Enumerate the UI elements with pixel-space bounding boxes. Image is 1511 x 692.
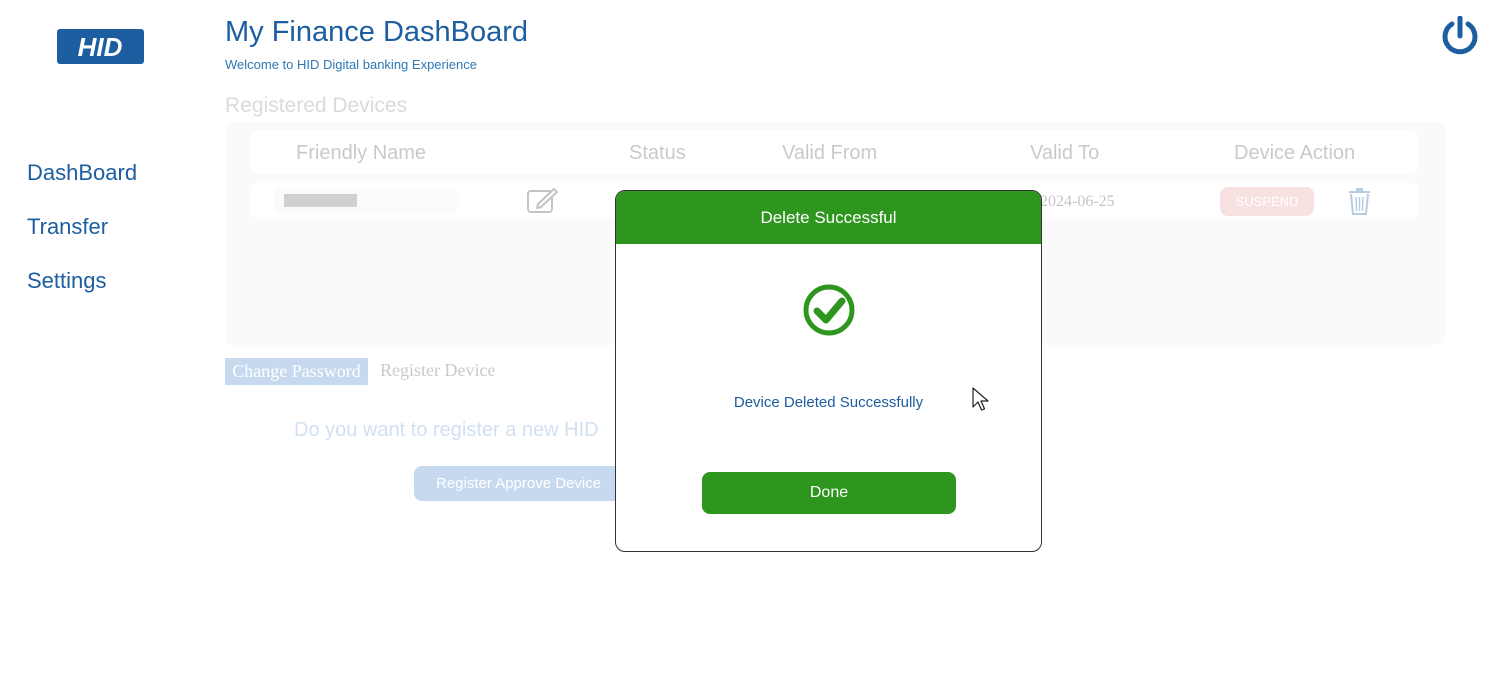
page-title: My Finance DashBoard xyxy=(225,16,529,48)
power-icon[interactable] xyxy=(1440,16,1480,56)
sidebar-item-transfer[interactable]: Transfer xyxy=(27,212,137,266)
register-question: Do you want to register a new HID xyxy=(294,419,599,441)
check-circle-icon xyxy=(803,284,855,336)
section-title: Registered Devices xyxy=(225,94,408,117)
tab-change-password[interactable]: Change Password xyxy=(225,358,368,385)
redacted-name xyxy=(284,194,357,207)
valid-to-cell: 2024-06-25 xyxy=(1040,193,1115,210)
delete-success-dialog: Delete Successful Device Deleted Success… xyxy=(615,190,1042,552)
column-header: Valid From xyxy=(782,142,878,164)
hid-logo: HID xyxy=(57,29,144,64)
column-header: Friendly Name xyxy=(296,142,427,164)
column-header: Status xyxy=(629,142,686,164)
edit-icon[interactable] xyxy=(526,187,558,214)
dialog-title: Delete Successful xyxy=(616,191,1041,244)
mouse-cursor-icon xyxy=(972,387,989,411)
trash-icon[interactable] xyxy=(1349,188,1370,215)
svg-text:HID: HID xyxy=(78,32,123,62)
sidebar-nav: DashBoard Transfer Settings xyxy=(27,158,137,320)
column-header: Valid To xyxy=(1030,142,1100,164)
page-subtitle: Welcome to HID Digital banking Experienc… xyxy=(225,57,477,72)
tab-register-device[interactable]: Register Device xyxy=(380,360,495,381)
done-button[interactable]: Done xyxy=(702,472,956,514)
sidebar-item-dashboard[interactable]: DashBoard xyxy=(27,158,137,212)
register-approve-device-button[interactable]: Register Approve Device xyxy=(414,466,624,501)
column-header: Device Action xyxy=(1234,142,1356,164)
suspend-button[interactable]: SUSPEND xyxy=(1220,187,1314,216)
sidebar-item-settings[interactable]: Settings xyxy=(27,266,137,320)
